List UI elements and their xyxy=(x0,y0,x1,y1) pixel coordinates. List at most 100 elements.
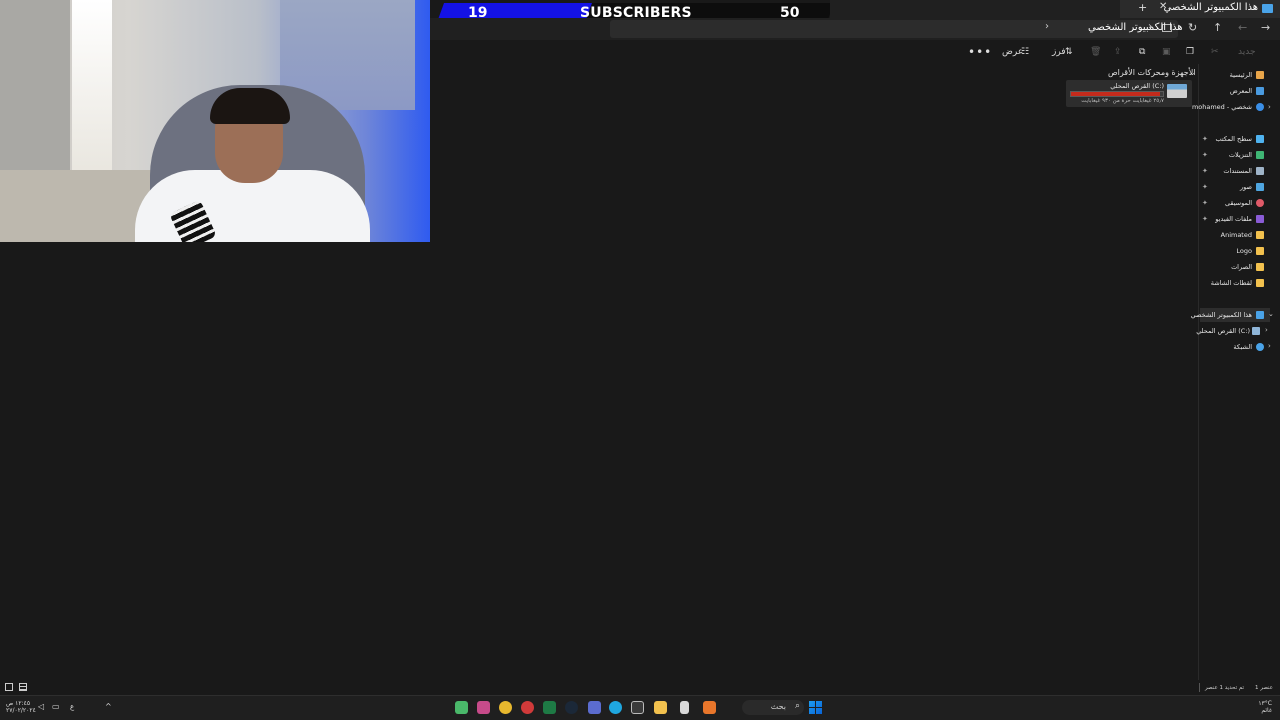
drive-icon xyxy=(1167,84,1187,98)
gallery-icon xyxy=(1256,87,1264,95)
more-options-button[interactable]: ••• xyxy=(968,45,992,59)
edge-icon[interactable] xyxy=(609,701,622,714)
pin-icon[interactable]: ✦ xyxy=(1202,167,1208,175)
notification-icon[interactable]: ▭ xyxy=(52,702,60,711)
screen: 19 SUBSCRIBERS 50 هذا الكمبيوتر الشخصي ✕… xyxy=(0,0,1280,720)
app-icon-orange[interactable] xyxy=(703,701,716,714)
sidebar-item-logo[interactable]: Logo xyxy=(1200,244,1270,258)
paste-icon[interactable]: ▣ xyxy=(1162,47,1171,57)
forward-arrow-icon[interactable]: ← xyxy=(1238,21,1247,34)
search-icon: ⌕ xyxy=(794,701,800,711)
list-view-icon[interactable] xyxy=(19,683,27,691)
chevron-right-icon[interactable]: › xyxy=(1265,326,1268,334)
status-selection: تم تحديد 1 عنصر xyxy=(1205,685,1245,691)
pc-icon xyxy=(1262,4,1273,13)
back-arrow-icon[interactable]: → xyxy=(1261,21,1270,34)
refresh-icon[interactable]: ↻ xyxy=(1188,21,1197,34)
webcam-lamp xyxy=(72,0,112,190)
command-bar xyxy=(430,42,1280,64)
weather-desc: غائم xyxy=(1261,707,1272,714)
details-view-icon[interactable] xyxy=(5,683,13,691)
taskbar-search[interactable]: بحث ⌕ xyxy=(742,700,804,715)
status-item-count: 1 عنصر xyxy=(1255,685,1273,691)
file-explorer-icon[interactable] xyxy=(654,701,667,714)
sidebar-item-downloads[interactable]: التنزيلات xyxy=(1200,148,1270,162)
new-button[interactable]: جديد xyxy=(1238,47,1256,57)
drive-name: القرص المحلي (C:) xyxy=(1110,82,1164,90)
language-indicator[interactable]: ع xyxy=(70,703,74,711)
sidebar-item-onedrive[interactable]: mohamed - شخصي xyxy=(1192,100,1270,114)
search-placeholder: بحث xyxy=(770,702,786,711)
sidebar-item-gallery[interactable]: المعرض xyxy=(1200,84,1270,98)
start-icon[interactable] xyxy=(809,701,822,714)
sidebar-item-pictures[interactable]: صور xyxy=(1200,180,1270,194)
sidebar-item-local-disk[interactable]: القرص المحلي (C:) xyxy=(1196,324,1264,338)
file-view[interactable] xyxy=(430,64,1198,680)
volume-icon[interactable]: ◁ xyxy=(38,702,44,711)
drive-usage-bar xyxy=(1070,91,1164,97)
new-tab-button[interactable]: + xyxy=(1138,1,1150,14)
sidebar-item-network[interactable]: الشبكة xyxy=(1200,340,1270,354)
webcam-feed xyxy=(0,0,430,242)
sidebar-item-this-pc[interactable]: هذا الكمبيوتر الشخصي xyxy=(1191,308,1270,322)
folder-icon xyxy=(1256,263,1264,271)
folder-icon xyxy=(1256,279,1264,287)
store-icon[interactable] xyxy=(631,701,644,714)
sidebar-item-videos[interactable]: ملفات الفيديو xyxy=(1200,212,1270,226)
copy-icon[interactable]: ❐ xyxy=(1186,47,1194,57)
sort-button[interactable]: فرز xyxy=(1052,47,1066,57)
delete-icon[interactable]: 🗑 xyxy=(1090,47,1101,57)
webcam-person-hair xyxy=(210,88,290,124)
app-icon-red[interactable] xyxy=(521,701,534,714)
pin-icon[interactable]: ✦ xyxy=(1202,215,1208,223)
weather-temp: ١٣°C xyxy=(1258,700,1272,707)
sidebar-item-music[interactable]: الموسيقى xyxy=(1200,196,1270,210)
sidebar-item-documents[interactable]: المستندات xyxy=(1200,164,1270,178)
pin-icon[interactable]: ✦ xyxy=(1202,135,1208,143)
group-header[interactable]: الأجهزة ومحركات الأقراص xyxy=(1108,68,1196,77)
drive-free-space: ٢٥٫٧ غيغابايت حرة من ٩٣٠ غيغابايت xyxy=(1081,98,1164,104)
pc-icon xyxy=(1256,311,1264,319)
share-icon[interactable]: ⇪ xyxy=(1114,47,1122,57)
clock[interactable]: ١٢:٤٥ ص ٢٧/٠٢/٢٠٢٤ xyxy=(6,700,36,714)
chevron-right-icon[interactable]: › xyxy=(1045,21,1049,32)
status-bar xyxy=(430,680,1280,695)
view-icon: ☷ xyxy=(1021,47,1030,57)
status-divider xyxy=(1199,683,1200,692)
chevron-down-icon[interactable]: ⌄ xyxy=(1268,310,1274,318)
app-icon-blue[interactable] xyxy=(588,701,601,714)
weather-widget[interactable]: ١٣°C غائم xyxy=(1238,700,1272,714)
chrome-icon[interactable] xyxy=(499,701,512,714)
music-icon xyxy=(1256,199,1264,207)
pictures-icon xyxy=(1256,183,1264,191)
folder-icon xyxy=(1256,247,1264,255)
home-icon xyxy=(1256,71,1264,79)
file-icon[interactable] xyxy=(680,701,689,714)
sort-icon: ⇅ xyxy=(1065,47,1073,57)
sidebar-item-desktop[interactable]: سطح المكتب xyxy=(1200,132,1270,146)
drive-usage-fill xyxy=(1071,92,1161,96)
videos-icon xyxy=(1256,215,1264,223)
pin-icon[interactable]: ✦ xyxy=(1202,199,1208,207)
app-icon-pink[interactable] xyxy=(477,701,490,714)
chevron-up-icon[interactable]: ^ xyxy=(105,702,112,711)
pin-icon[interactable]: ✦ xyxy=(1202,183,1208,191)
chevron-right-icon[interactable]: › xyxy=(1268,103,1271,111)
sidebar-item-screenshots[interactable]: لقطات الشاشة xyxy=(1200,276,1270,290)
cut-icon[interactable]: ✂ xyxy=(1211,47,1219,57)
tab-close-button[interactable]: ✕ xyxy=(1159,1,1171,12)
rename-icon[interactable]: ⧉ xyxy=(1139,47,1145,57)
chevron-right-icon[interactable]: › xyxy=(1268,342,1271,350)
sidebar-item-animated[interactable]: Animated xyxy=(1200,228,1270,242)
breadcrumb-this-pc[interactable]: هذا الكمبيوتر الشخصي xyxy=(1088,22,1183,33)
steam-icon[interactable] xyxy=(565,701,578,714)
clock-time: ١٢:٤٥ ص xyxy=(6,700,31,707)
pin-icon[interactable]: ✦ xyxy=(1202,151,1208,159)
app-icon-green[interactable] xyxy=(455,701,468,714)
sidebar-item-folder[interactable]: الصرات xyxy=(1200,260,1270,274)
folder-icon xyxy=(1256,231,1264,239)
up-arrow-icon[interactable]: ↑ xyxy=(1213,21,1222,34)
excel-icon[interactable] xyxy=(543,701,556,714)
desktop-icon xyxy=(1256,135,1264,143)
sidebar-item-home[interactable]: الرئيسية xyxy=(1200,68,1270,82)
